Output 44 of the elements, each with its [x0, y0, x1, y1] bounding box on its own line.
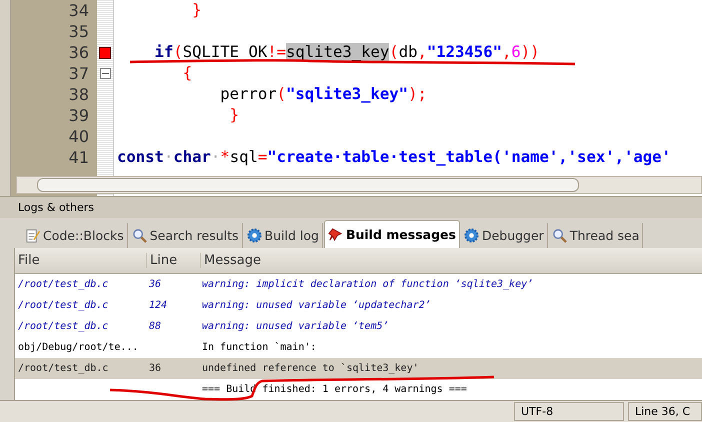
line-number: 36 [68, 43, 89, 62]
line-number: 39 [68, 106, 89, 125]
file-cell: /root/test_db.c [18, 300, 108, 311]
panel-tab[interactable]: Build messages [324, 220, 460, 248]
file-cell: /root/test_db.c [18, 321, 108, 332]
line-cell: 88 [149, 321, 162, 332]
cursor-position-status: Line 36, C [628, 402, 702, 421]
code-line: const·char·*sql="create·table·test_table('name','sex','age' [117, 148, 671, 166]
fold-icon[interactable] [100, 68, 110, 79]
line-number: 34 [68, 1, 89, 20]
file-cell: /root/test_db.c [18, 279, 108, 290]
code-line: if(SQLITE_OK!=sqlite3_key(db,"123456",6)) [154, 43, 540, 61]
gear-icon [464, 228, 479, 243]
horizontal-scrollbar[interactable] [16, 176, 702, 194]
line-number: 35 [68, 22, 89, 41]
file-cell: obj/Debug/root/te... [18, 342, 138, 353]
pin-icon [328, 227, 343, 242]
notepad-icon [25, 228, 40, 243]
code-line: } [228, 106, 240, 124]
search-icon [552, 228, 567, 243]
code-line: { [182, 64, 192, 82]
column-header[interactable]: Line [150, 253, 178, 268]
code-line: } [191, 1, 202, 19]
search-icon [132, 228, 147, 243]
line-number: 37 [68, 64, 89, 83]
column-header[interactable]: File [18, 253, 40, 268]
message-cell: warning: unused variable ‘tem5’ [202, 321, 389, 332]
panel-title: Logs & others [18, 201, 94, 214]
line-number: 38 [68, 85, 89, 104]
encoding-status: UTF-8 [514, 402, 624, 421]
line-cell: 36 [149, 279, 162, 290]
gear-icon [246, 228, 262, 243]
message-cell: undefined reference to `sqlite3_key' [202, 363, 419, 374]
line-cell: 124 [149, 300, 168, 311]
scrollbar-thumb[interactable] [37, 178, 579, 192]
column-header[interactable]: Message [204, 253, 261, 268]
line-number: 41 [68, 148, 89, 167]
message-cell: warning: implicit declaration of function ‘sqlite3_key’ [202, 279, 534, 290]
message-cell: warning: unused variable ‘updatechar2’ [202, 300, 431, 311]
file-cell: /root/test_db.c [18, 363, 108, 374]
message-cell: In function `main': [202, 342, 316, 353]
line-cell: 36 [149, 363, 162, 374]
line-number: 40 [68, 127, 89, 146]
code-line: perror("sqlite3_key"); [219, 85, 427, 103]
